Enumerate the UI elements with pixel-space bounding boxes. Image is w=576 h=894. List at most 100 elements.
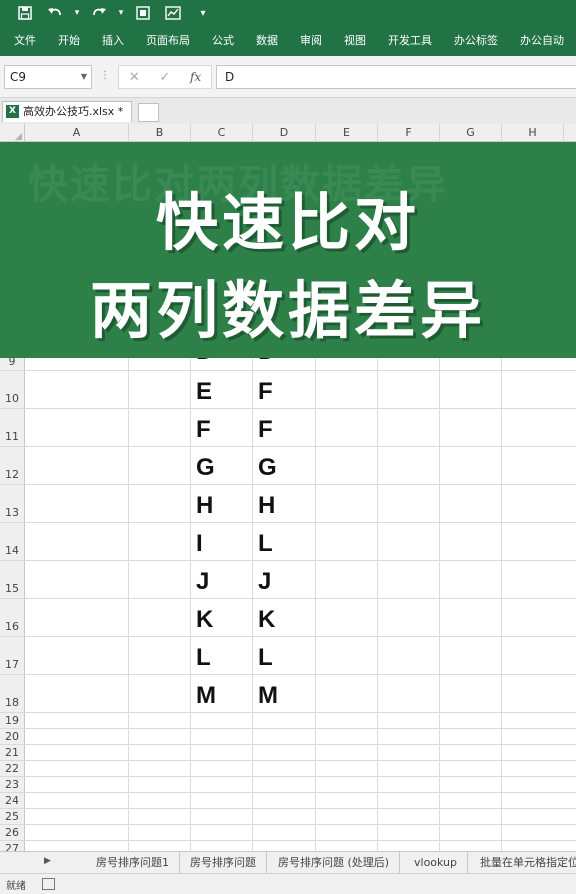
sheet-nav-next-icon[interactable]: ▶: [44, 856, 51, 866]
row-header[interactable]: 12: [0, 447, 25, 484]
row-header[interactable]: 14: [0, 523, 25, 560]
redo-icon[interactable]: [84, 2, 114, 24]
chevron-down-icon[interactable]: ▼: [81, 66, 87, 88]
undo-dropdown-icon[interactable]: ▾: [70, 8, 84, 18]
tab-view[interactable]: 视图: [333, 26, 377, 56]
column-header-d[interactable]: D: [253, 124, 316, 142]
cell-d[interactable]: G: [258, 454, 277, 482]
table-row: 22: [0, 761, 576, 777]
row-header[interactable]: 15: [0, 561, 25, 598]
table-row: 19: [0, 713, 576, 729]
formula-buttons: ✕ ✓ fx: [118, 65, 212, 89]
undo-icon[interactable]: [40, 2, 70, 24]
macro-record-icon[interactable]: [42, 878, 55, 890]
cell-c[interactable]: G: [196, 454, 215, 482]
row-header[interactable]: 10: [0, 371, 25, 408]
sheet-tab[interactable]: 批量在单元格指定位: [470, 852, 576, 873]
tab-formulas[interactable]: 公式: [201, 26, 245, 56]
cell-c[interactable]: K: [196, 606, 213, 634]
sheet-tab[interactable]: vlookup: [404, 852, 469, 873]
formula-input[interactable]: D: [216, 65, 576, 89]
table-row: 26: [0, 825, 576, 841]
cell-c[interactable]: H: [196, 492, 213, 520]
cell-d[interactable]: J: [258, 568, 271, 596]
tab-file[interactable]: 文件: [0, 26, 47, 56]
tab-page-layout[interactable]: 页面布局: [135, 26, 201, 56]
row-header[interactable]: 19: [0, 713, 25, 728]
excel-file-icon: X: [6, 105, 19, 118]
row-header[interactable]: 27: [0, 841, 25, 851]
tab-review[interactable]: 审阅: [289, 26, 333, 56]
select-all-button[interactable]: [0, 124, 25, 142]
row-header[interactable]: 22: [0, 761, 25, 776]
table-row: 23: [0, 777, 576, 793]
row-header[interactable]: 13: [0, 485, 25, 522]
cell-d[interactable]: F: [258, 416, 273, 444]
workbook-tab-label: 高效办公技巧.xlsx *: [23, 105, 124, 118]
row-header[interactable]: 20: [0, 729, 25, 744]
column-headers: A B C D E F G H: [0, 124, 576, 142]
table-row: 17 L L: [0, 637, 576, 675]
sheet-tab[interactable]: 房号排序问题: [180, 852, 267, 873]
column-header-a[interactable]: A: [25, 124, 129, 142]
row-header[interactable]: 17: [0, 637, 25, 674]
row-header[interactable]: 18: [0, 675, 25, 712]
enter-icon[interactable]: ✓: [159, 70, 170, 85]
cell-d[interactable]: F: [258, 378, 273, 406]
cell-c[interactable]: F: [196, 416, 211, 444]
table-row: 12 G G: [0, 447, 576, 485]
chart-icon[interactable]: [158, 2, 188, 24]
redo-dropdown-icon[interactable]: ▾: [114, 8, 128, 18]
cancel-icon[interactable]: ✕: [129, 70, 140, 85]
row-header[interactable]: 11: [0, 409, 25, 446]
insert-function-icon[interactable]: fx: [190, 70, 201, 84]
tab-office-tab[interactable]: 办公标签: [443, 26, 509, 56]
name-box-value: C9: [10, 70, 27, 84]
workbook-tab[interactable]: X 高效办公技巧.xlsx *: [2, 101, 132, 122]
table-row: 11 F F: [0, 409, 576, 447]
column-header-h[interactable]: H: [502, 124, 564, 142]
cell-d[interactable]: L: [258, 644, 273, 672]
cell-c[interactable]: I: [196, 530, 203, 558]
cell-c[interactable]: E: [196, 378, 212, 406]
cell-d[interactable]: H: [258, 492, 275, 520]
row-header[interactable]: 26: [0, 825, 25, 840]
table-row: 20: [0, 729, 576, 745]
new-workbook-tab-button[interactable]: [138, 103, 159, 122]
cell-c[interactable]: M: [196, 682, 216, 710]
banner-title-line2: 两列数据差异: [89, 274, 486, 347]
sheet-tab[interactable]: 房号排序问题 (处理后): [268, 852, 401, 873]
form-icon[interactable]: [128, 2, 158, 24]
cell-c[interactable]: J: [196, 568, 209, 596]
table-row: 14 I L: [0, 523, 576, 561]
column-header-e[interactable]: E: [316, 124, 378, 142]
table-row: 16 K K: [0, 599, 576, 637]
status-bar: 就绪: [0, 873, 576, 894]
row-header[interactable]: 21: [0, 745, 25, 760]
tab-data[interactable]: 数据: [245, 26, 289, 56]
tab-insert[interactable]: 插入: [91, 26, 135, 56]
tab-home[interactable]: 开始: [47, 26, 91, 56]
column-header-c[interactable]: C: [191, 124, 253, 142]
column-header-g[interactable]: G: [440, 124, 502, 142]
banner-title-line1: 快速比对: [155, 186, 420, 259]
row-header[interactable]: 24: [0, 793, 25, 808]
cell-d[interactable]: M: [258, 682, 278, 710]
tab-office-automation[interactable]: 办公自动: [509, 26, 575, 56]
tab-developer[interactable]: 开发工具: [377, 26, 443, 56]
save-icon[interactable]: [10, 2, 40, 24]
formula-bar-grip-icon[interactable]: ⋮: [100, 70, 110, 81]
row-header[interactable]: 16: [0, 599, 25, 636]
cell-d[interactable]: K: [258, 606, 275, 634]
customize-icon[interactable]: ▾: [188, 2, 218, 24]
row-header[interactable]: 23: [0, 777, 25, 792]
table-row: 24: [0, 793, 576, 809]
status-text: 就绪: [6, 881, 26, 892]
cell-c[interactable]: L: [196, 644, 211, 672]
row-header[interactable]: 25: [0, 809, 25, 824]
column-header-f[interactable]: F: [378, 124, 440, 142]
sheet-tab[interactable]: 房号排序问题1: [86, 852, 180, 873]
cell-d[interactable]: L: [258, 530, 273, 558]
column-header-b[interactable]: B: [129, 124, 191, 142]
name-box[interactable]: C9 ▼: [4, 65, 92, 89]
